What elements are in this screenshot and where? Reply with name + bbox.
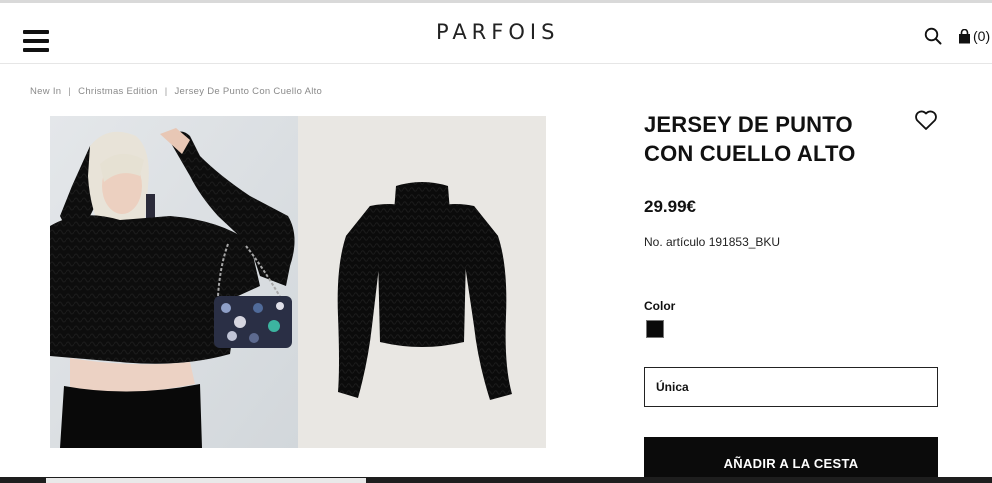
breadcrumb-separator: | — [164, 86, 168, 97]
breadcrumb-current-product[interactable]: Jersey De Punto Con Cuello Alto — [174, 86, 322, 97]
search-icon[interactable] — [924, 27, 942, 45]
breadcrumb-new-in[interactable]: New In — [30, 86, 61, 97]
sweater-photo-illustration — [298, 116, 546, 448]
breadcrumb: New In | Christmas Edition | Jersey De P… — [30, 86, 322, 97]
breadcrumb-christmas-edition[interactable]: Christmas Edition — [78, 86, 158, 97]
color-swatch-black[interactable] — [646, 320, 664, 338]
product-image-flat[interactable] — [298, 116, 546, 448]
brand-logo[interactable]: PARFOIS — [436, 20, 559, 44]
bottom-scrollbar-thumb[interactable] — [46, 478, 366, 483]
heart-icon[interactable] — [914, 109, 938, 131]
hamburger-menu-icon[interactable] — [23, 30, 49, 52]
cart-count: (0) — [973, 28, 991, 44]
color-label: Color — [644, 299, 676, 313]
product-price: 29.99€ — [644, 197, 696, 216]
breadcrumb-separator: | — [68, 86, 72, 97]
model-photo-illustration — [50, 116, 298, 448]
product-sku: No. artículo 191853_BKU — [644, 235, 781, 249]
product-image-model[interactable] — [50, 116, 298, 448]
size-selector[interactable]: Única — [644, 367, 938, 407]
product-title: JERSEY DE PUNTO CON CUELLO ALTO — [644, 112, 856, 166]
shopping-bag-icon — [959, 28, 970, 43]
cart-button[interactable]: (0) — [958, 26, 990, 46]
site-header: PARFOIS (0) — [0, 3, 992, 64]
